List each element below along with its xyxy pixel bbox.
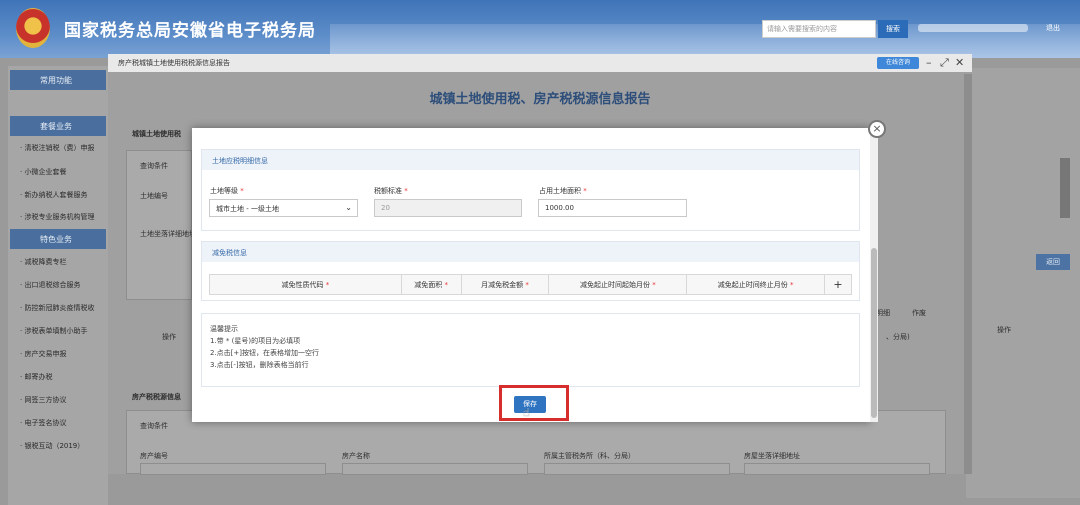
property-address-label: 房屋坐落详细地址 (744, 452, 800, 460)
save-button[interactable]: 保存 (514, 396, 546, 413)
sidebar-common-functions[interactable]: 常用功能 (10, 70, 106, 90)
occupied-area-label: 占用土地面积 * (539, 187, 587, 195)
tips-block: 温馨提示 1.带 * (星号)的项目为必填项 2.点击[+]按钮，在表格增加一空… (210, 323, 319, 371)
land-number-label: 土地编号 (140, 192, 168, 200)
sidebar-item[interactable]: · 电子签名协议 (20, 418, 66, 428)
modal-close-icon[interactable]: × (868, 120, 886, 138)
property-number-input[interactable] (140, 463, 326, 475)
search-input[interactable]: 请输入需要搜索的内容 (762, 20, 876, 38)
modify-action[interactable]: 明细 (876, 308, 890, 318)
search-button[interactable]: 搜索 (878, 20, 908, 38)
sidebar-item[interactable]: · 银税互动（2019） (20, 441, 84, 451)
property-name-label: 房产名称 (342, 452, 370, 460)
user-info-blurred (918, 24, 1028, 32)
sidebar-item[interactable]: · 涉税专业服务机构管理 (20, 212, 94, 222)
land-address-label: 土地坐落详细地址 (140, 230, 196, 238)
property-address-input[interactable] (744, 463, 930, 475)
land-query-panel (126, 150, 192, 300)
land-grade-select[interactable]: 城市土地 - 一级土地 ⌄ (209, 199, 358, 217)
tax-authority-label: 所属主管税务所（科、分局） (544, 452, 635, 460)
land-operation-header: 操作 (162, 333, 176, 341)
bureau-suffix: 、分局) (886, 333, 910, 341)
sidebar-item[interactable]: · 出口退税综合服务 (20, 280, 80, 290)
section-title: 土地应税明细信息 (202, 150, 859, 170)
relief-col-end-month: 减免起止时间终止月份 * (686, 274, 825, 295)
property-section-title: 房产税税源信息 (132, 393, 181, 401)
sidebar-item[interactable]: · 邮寄办税 (20, 372, 52, 382)
sidebar-item[interactable]: · 网签三方协议 (20, 395, 66, 405)
tax-emblem-logo (16, 8, 50, 48)
tax-standard-label: 税额标准 * (374, 187, 408, 195)
property-number-label: 房产编号 (140, 452, 168, 460)
sidebar-item[interactable]: · 清税注销税（费）申报 (20, 143, 94, 153)
sidebar-item[interactable]: · 涉税表单填制小助手 (20, 326, 87, 336)
close-icon[interactable]: ✕ (955, 56, 964, 70)
relief-col-code: 减免性质代码 * (209, 274, 402, 295)
outer-dialog-scrollbar[interactable] (964, 74, 972, 474)
pointer-cursor-icon: ☝ (523, 406, 530, 419)
occupied-area-input[interactable]: 1000.00 (538, 199, 687, 217)
modal-scrollbar[interactable] (870, 128, 878, 422)
minimize-icon[interactable]: – (926, 56, 932, 70)
add-row-button[interactable]: + (823, 274, 853, 295)
relief-col-start-month: 减免起止时间起始月份 * (548, 274, 688, 295)
property-name-input[interactable] (342, 463, 528, 475)
section-title: 减免税信息 (202, 242, 859, 262)
relief-col-amount: 月减免税金额 * (460, 274, 550, 295)
land-tax-section: 土地应税明细信息 (201, 149, 860, 231)
online-consult-button[interactable]: 在线咨询 (877, 57, 919, 69)
outer-dialog-title: 房产税城镇土地使用税税源信息报告 (118, 59, 230, 67)
sidebar-item[interactable]: · 减税降费专栏 (20, 257, 66, 267)
chevron-down-icon: ⌄ (345, 203, 352, 212)
sidebar-special-business[interactable]: 特色业务 (10, 229, 106, 249)
tax-authority-select[interactable] (544, 463, 730, 475)
site-title: 国家税务总局安徽省电子税务局 (64, 21, 316, 41)
operation-header: 操作 (997, 326, 1011, 334)
property-query-label: 查询条件 (140, 422, 168, 430)
land-grade-label: 土地等级 * (210, 187, 244, 195)
outer-dialog-titlebar (108, 54, 972, 72)
maximize-icon[interactable]: ⤢ (940, 56, 949, 70)
tax-standard-field: 20 (374, 199, 522, 217)
back-button[interactable]: 返回 (1036, 254, 1070, 270)
void-action[interactable]: 作废 (912, 308, 926, 318)
tax-relief-table: 减免性质代码 * 减免面积 * 月减免税金额 * 减免起止时间起始月份 * 减免… (209, 274, 853, 295)
background-right-panel (966, 68, 1080, 498)
relief-col-area: 减免面积 * (400, 274, 462, 295)
sidebar-item[interactable]: · 房产交易申报 (20, 349, 66, 359)
land-section-title: 城镇土地使用税 (132, 130, 181, 138)
sidebar-tax-business[interactable]: 套餐业务 (10, 116, 106, 136)
tip-line: 1.带 * (星号)的项目为必填项 (210, 337, 301, 345)
logout-link[interactable]: 退出 (1046, 23, 1060, 33)
sidebar-item[interactable]: · 新办纳税人套餐服务 (20, 190, 87, 200)
tip-line: 3.点击[-]按钮，删除表格当前行 (210, 361, 309, 369)
sidebar-item[interactable]: · 防控新冠肺炎疫情税收 (20, 303, 94, 313)
tips-title: 温馨提示 (210, 325, 238, 333)
sidebar-item[interactable]: · 小微企业套餐 (20, 167, 66, 177)
outer-dialog-heading: 城镇土地使用税、房产税税源信息报告 (429, 92, 651, 107)
tip-line: 2.点击[+]按钮，在表格增加一空行 (210, 349, 320, 357)
page-scrollbar[interactable] (1060, 158, 1070, 218)
query-conditions-label: 查询条件 (140, 162, 168, 170)
